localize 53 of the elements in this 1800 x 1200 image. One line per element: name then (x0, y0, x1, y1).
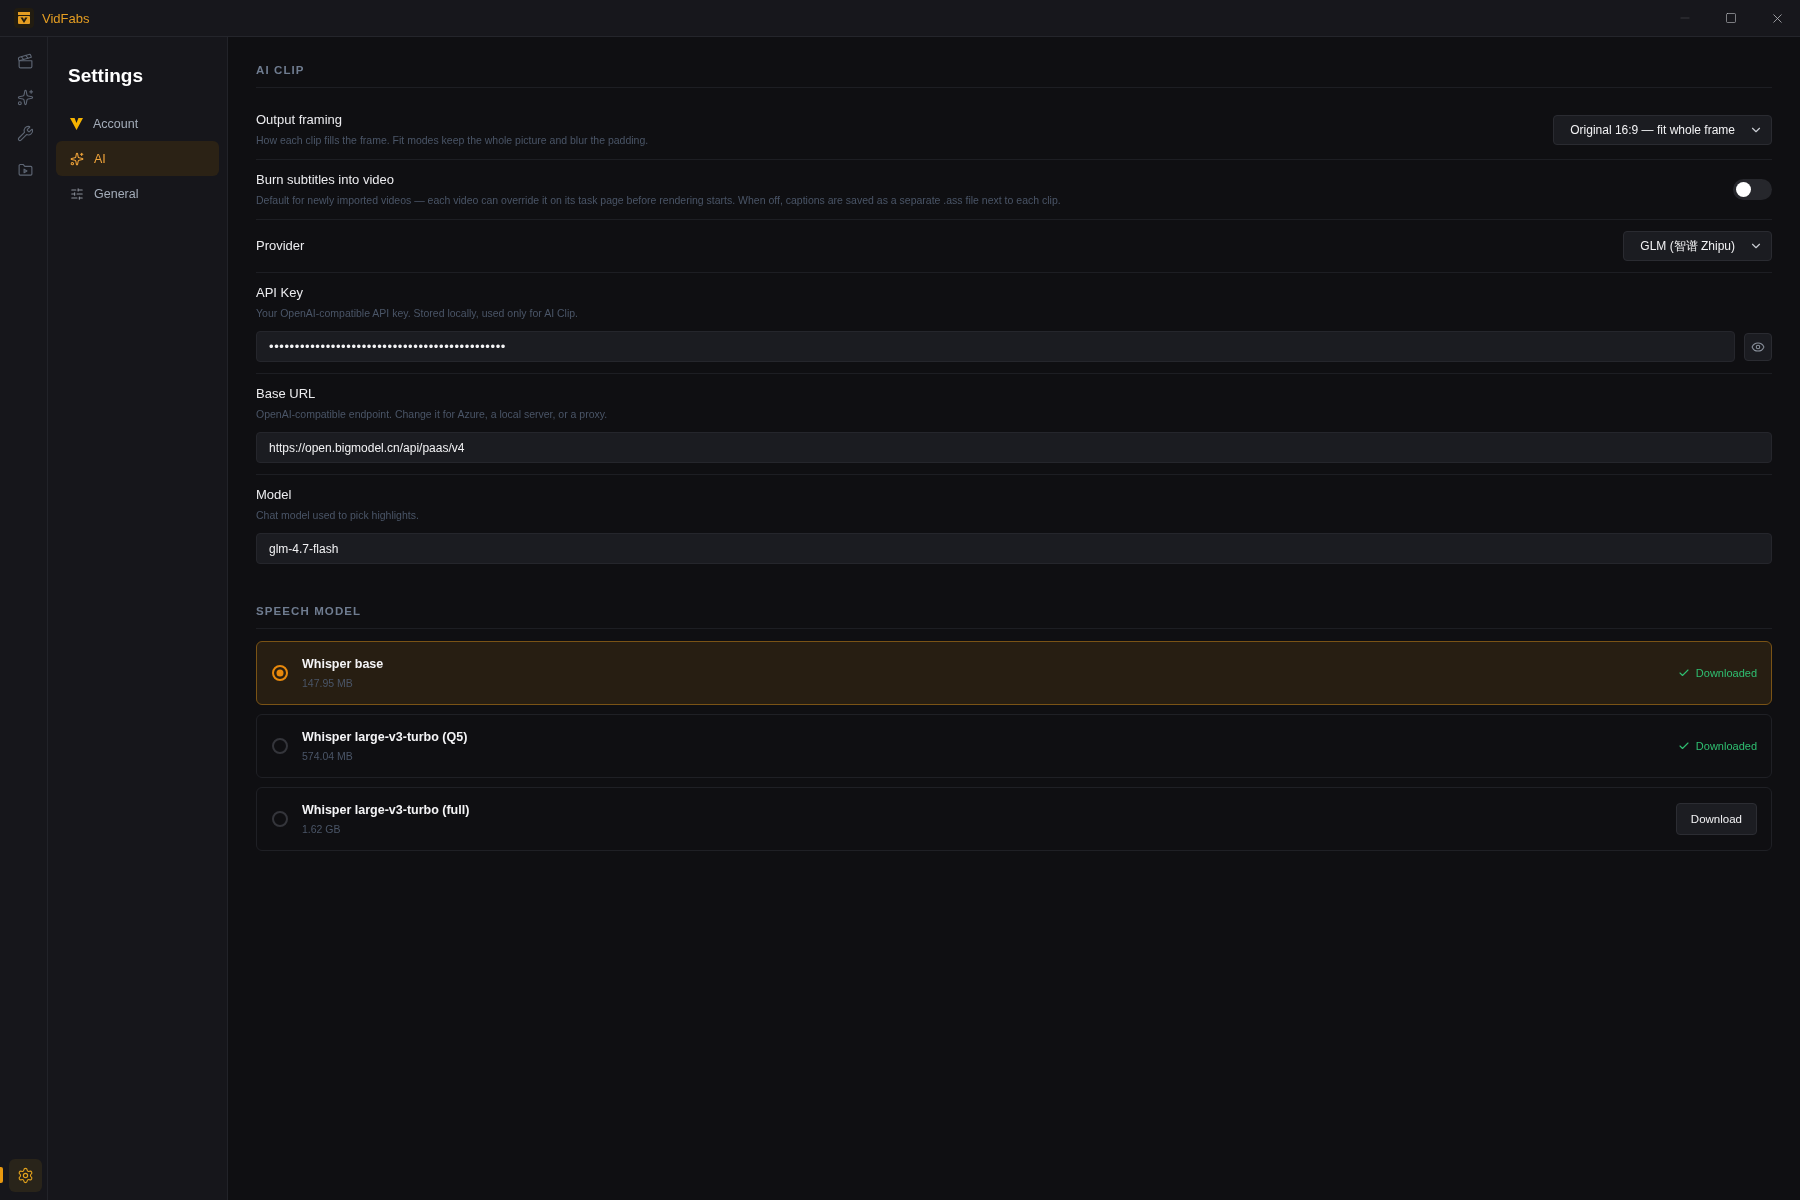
radio-button[interactable] (272, 738, 288, 754)
section-heading: SPEECH MODEL (256, 604, 1772, 629)
settings-icon (16, 1166, 34, 1184)
settings-title: Settings (67, 64, 144, 88)
model-size: 147.95 MB (302, 676, 354, 691)
setting-description: Chat model used to pick highlights. (256, 508, 420, 523)
wrench-icon (16, 124, 34, 142)
setting-label: Model (256, 486, 293, 504)
model-size: 574.04 MB (302, 749, 354, 764)
dropdown-select[interactable]: Original 16:9 — fit whole frame (1553, 114, 1772, 145)
sparkles-icon (70, 151, 84, 166)
settings-nav-item[interactable]: General (56, 176, 219, 211)
settings-nav-item[interactable]: Account (56, 106, 219, 141)
settings-nav-item[interactable]: AI (56, 141, 219, 176)
download-status: Downloaded (1695, 740, 1757, 752)
model-card[interactable]: Whisper large-v3-turbo (full) 1.62 GB Download (256, 787, 1772, 851)
model-card[interactable]: Whisper large-v3-turbo (Q5) 574.04 MB Downloaded (256, 714, 1772, 778)
text-field[interactable]: glm-4.7-flash (256, 533, 1772, 564)
maximize-icon (1725, 12, 1737, 24)
setting-label: Burn subtitles into video (256, 171, 396, 189)
setting-description: OpenAI-compatible endpoint. Change it for Azure, a local server, or a proxy. (256, 407, 609, 422)
model-name: Whisper large-v3-turbo (Q5) (302, 729, 468, 746)
setting-label: Base URL (256, 385, 317, 403)
setting-label: API Key (256, 284, 304, 302)
setting-label: Provider (256, 237, 305, 255)
app-title: VidFabs (42, 10, 90, 26)
model-name: Whisper large-v3-turbo (full) (302, 802, 470, 819)
toggle-switch[interactable] (1733, 179, 1772, 200)
eye-icon (1751, 339, 1765, 354)
check-icon (1677, 740, 1690, 752)
show-key-button[interactable] (1744, 332, 1772, 361)
model-card[interactable]: Whisper base 147.95 MB Downloaded (256, 641, 1772, 705)
sparkles-icon (16, 88, 34, 106)
radio-button[interactable] (272, 811, 288, 827)
setting-label: Output framing (256, 111, 343, 129)
download-button[interactable]: Download (1675, 803, 1757, 835)
rail-button[interactable] (8, 1158, 42, 1192)
model-size: 1.62 GB (302, 822, 342, 837)
logo-icon (14, 8, 34, 28)
radio-button[interactable] (272, 665, 288, 681)
setting-description: Your OpenAI-compatible API key. Stored locally, used only for AI Clip. (256, 306, 579, 321)
dropdown-select[interactable]: GLM (智谱 Zhipu) (1623, 231, 1772, 261)
setting-description: How each clip fills the frame. Fit modes keep the whole picture and blur the padding. (256, 133, 649, 148)
setting-description: Default for newly imported videos — each video can override it on its task page before rendering starts. When off, captions are saved as a separate .ass file next to each clip. (256, 193, 1061, 208)
text-field[interactable]: https://open.bigmodel.cn/api/paas/v4 (256, 432, 1772, 463)
sliders-icon (70, 186, 84, 201)
model-name: Whisper base (302, 656, 384, 673)
check-icon (1677, 667, 1690, 679)
v-shape-icon (70, 117, 83, 130)
download-status: Downloaded (1695, 667, 1757, 679)
clapperboard-icon (16, 52, 34, 70)
section-heading: AI CLIP (256, 63, 1772, 88)
api-key-field[interactable]: •••••••••••••••••••••••••••••••••••••••••••••• (256, 331, 1735, 362)
